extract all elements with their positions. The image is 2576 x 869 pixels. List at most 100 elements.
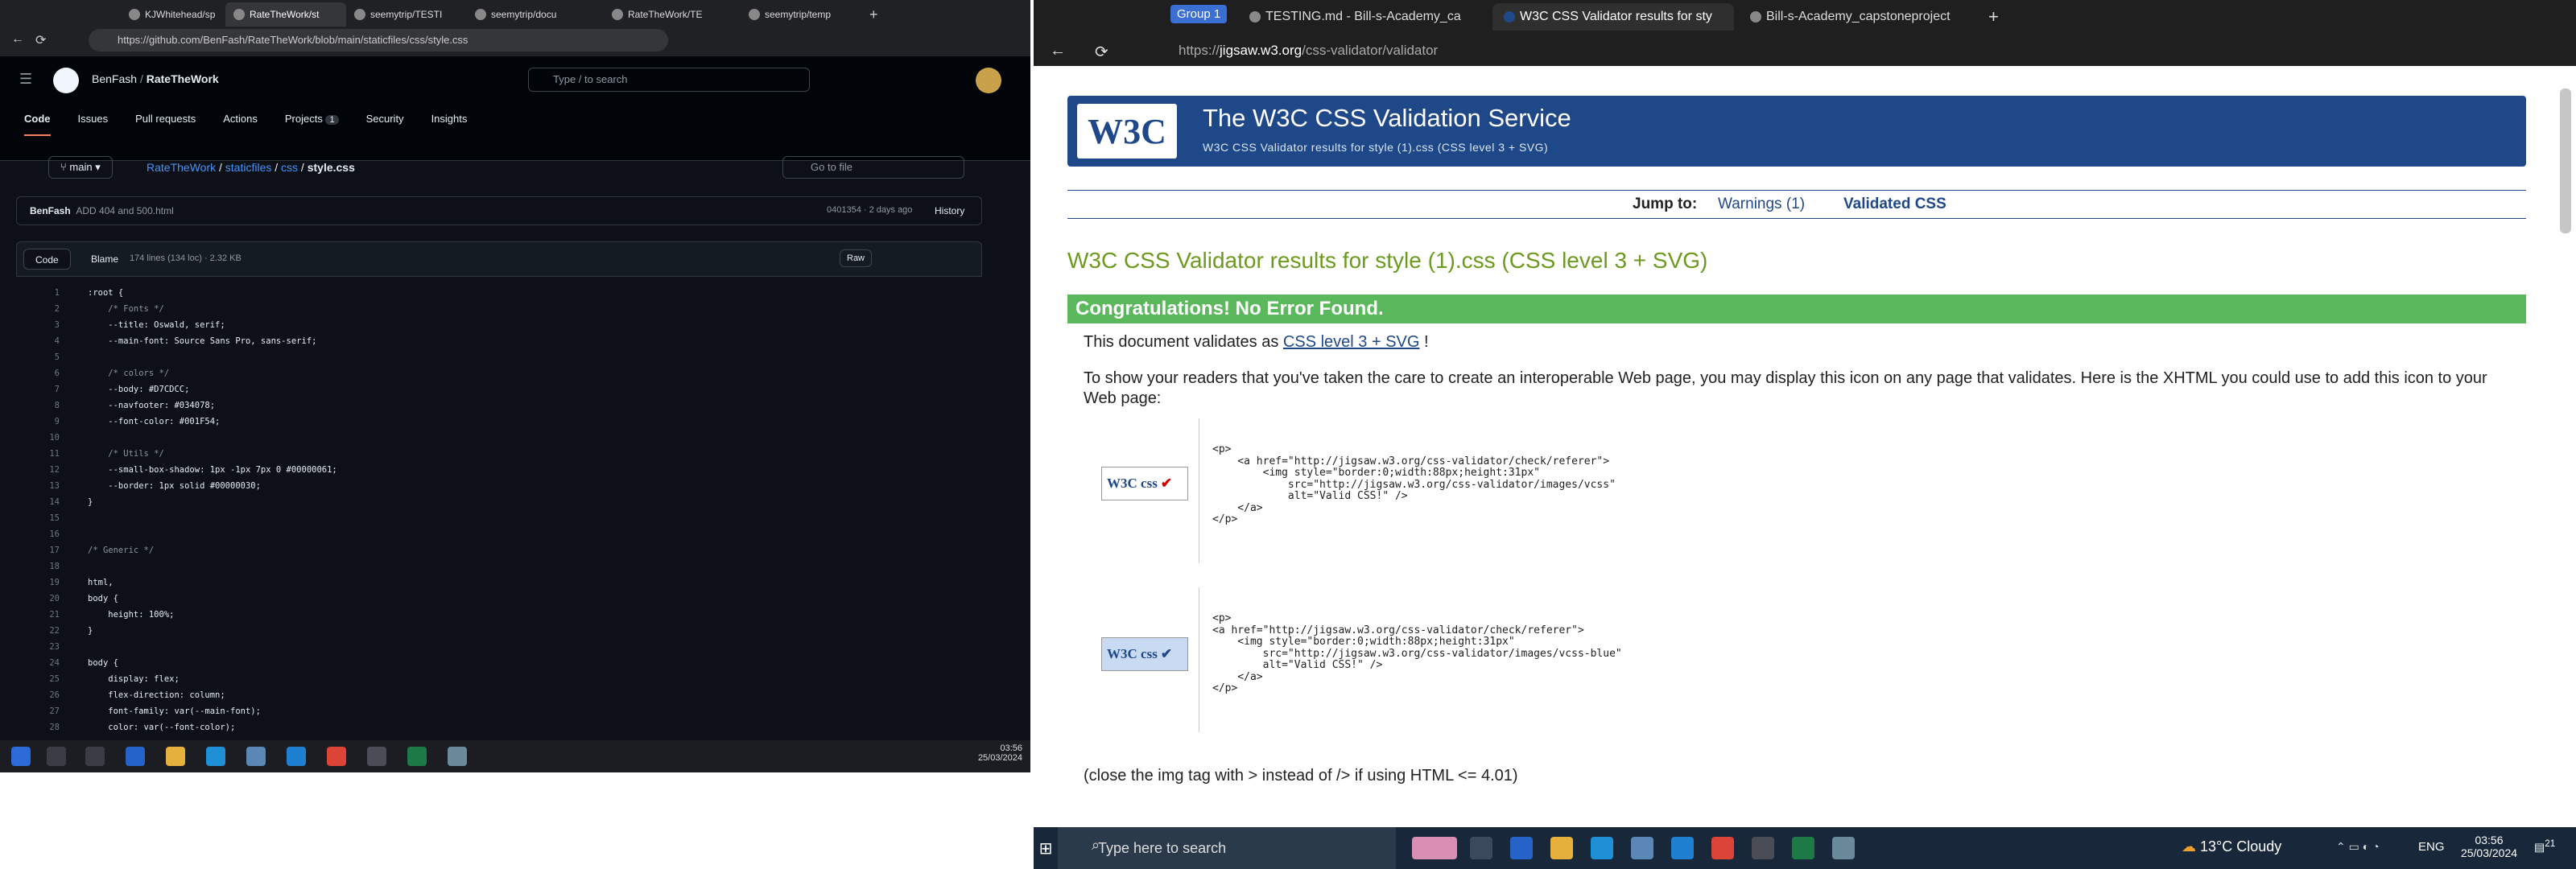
code-line: 4 --main-font: Source Sans Pro, sans-ser… bbox=[19, 333, 985, 349]
raw-button[interactable]: Raw bbox=[840, 249, 873, 267]
excel-icon[interactable] bbox=[407, 747, 427, 766]
edge-icon[interactable] bbox=[206, 747, 225, 766]
new-tab-button[interactable]: + bbox=[1988, 6, 1999, 27]
discord-icon[interactable] bbox=[1752, 837, 1774, 859]
search-input[interactable]: Type / to search bbox=[528, 68, 810, 92]
taskbar-search-input[interactable]: Type here to search bbox=[1058, 827, 1396, 869]
code-line: 25 display: flex; bbox=[19, 671, 985, 687]
w3c-logo-icon[interactable]: W3C bbox=[1077, 104, 1177, 159]
back-icon[interactable]: ← bbox=[11, 32, 24, 47]
jump-warnings-link[interactable]: Warnings (1) bbox=[1718, 196, 1805, 213]
line-number: 26 bbox=[49, 690, 60, 700]
chrome-icon[interactable] bbox=[327, 747, 346, 766]
discord-icon[interactable] bbox=[367, 747, 386, 766]
code-text: display: flex; bbox=[88, 674, 180, 684]
avatar[interactable] bbox=[976, 68, 1001, 93]
right-tab-1[interactable]: TESTING.md - Bill-s-Academy_ca bbox=[1238, 3, 1488, 31]
right-screen: Group 1 TESTING.md - Bill-s-Academy_ca W… bbox=[1034, 0, 2576, 869]
valid-css-badge-icon[interactable]: W3C css ✔ bbox=[1101, 467, 1188, 500]
tab-projects[interactable]: Projects 1 bbox=[285, 113, 339, 136]
right-taskbar: ⊞ Type here to search ⌕ ☁ 13°C Cloudy ⌃ … bbox=[1034, 827, 2576, 869]
left-address-bar[interactable]: https://github.com/BenFash/RateTheWork/b… bbox=[89, 29, 668, 51]
breadcrumb: RateTheWork / staticfiles / css / style.… bbox=[147, 161, 355, 174]
valid-css-blue-badge-icon[interactable]: W3C css ✔ bbox=[1101, 637, 1188, 671]
new-tab-button[interactable]: + bbox=[861, 2, 886, 27]
w3c-header: W3C The W3C CSS Validation Service W3C C… bbox=[1067, 96, 2526, 167]
left-tab-5[interactable]: RateTheWork/TE bbox=[604, 2, 741, 27]
tray-icons[interactable]: ⌃ ▭ ◐ ◔ bbox=[2336, 840, 2380, 854]
crumb-staticfiles[interactable]: staticfiles bbox=[225, 161, 272, 174]
store-icon[interactable] bbox=[1510, 837, 1533, 859]
code-line: 6 /* colors */ bbox=[19, 365, 985, 381]
commit-bar: BenFash ADD 404 and 500.html 0401354 · 2… bbox=[16, 196, 982, 225]
blame-tab[interactable]: Blame bbox=[81, 249, 128, 270]
w3c-icon bbox=[1504, 11, 1515, 23]
tab-code[interactable]: Code bbox=[24, 113, 51, 136]
github-icon bbox=[354, 9, 365, 20]
code-text: --body: #D7CDCC; bbox=[88, 385, 190, 394]
vscode-icon[interactable] bbox=[287, 747, 306, 766]
left-tab-1[interactable]: KJWhitehead/sp bbox=[121, 2, 225, 27]
excel-icon[interactable] bbox=[1792, 837, 1814, 859]
projects-count-badge: 1 bbox=[325, 115, 339, 125]
widgets-icon[interactable] bbox=[1412, 837, 1457, 859]
left-tab-4[interactable]: seemytrip/docu bbox=[467, 2, 604, 27]
css-level-link[interactable]: CSS level 3 + SVG bbox=[1283, 333, 1420, 351]
right-tab-2[interactable]: W3C CSS Validator results for sty bbox=[1492, 3, 1734, 31]
right-address-bar[interactable]: https://jigsaw.w3.org/css-validator/vali… bbox=[1146, 37, 2402, 64]
branch-selector[interactable]: ⑂ main ▾ bbox=[48, 156, 113, 179]
right-tab-3[interactable]: Bill-s-Academy_capstoneproject bbox=[1739, 3, 1980, 31]
line-number: 28 bbox=[49, 723, 60, 732]
code-tab[interactable]: Code bbox=[23, 249, 71, 270]
menu-icon[interactable]: ☰ bbox=[19, 71, 32, 88]
store-icon[interactable] bbox=[126, 747, 145, 766]
reload-icon[interactable]: ⟳ bbox=[35, 32, 46, 48]
edge-icon[interactable] bbox=[1591, 837, 1613, 859]
congrats-banner: Congratulations! No Error Found. bbox=[1067, 294, 2526, 323]
task-view-icon[interactable] bbox=[85, 747, 105, 766]
vscode-icon[interactable] bbox=[1671, 837, 1694, 859]
app-icon[interactable] bbox=[448, 747, 467, 766]
tab-issues[interactable]: Issues bbox=[78, 113, 109, 136]
tab-pull-requests[interactable]: Pull requests bbox=[135, 113, 196, 136]
tab-actions[interactable]: Actions bbox=[223, 113, 258, 136]
left-tab-3[interactable]: seemytrip/TESTI bbox=[346, 2, 467, 27]
weather-widget[interactable]: ☁ 13°C Cloudy bbox=[2182, 838, 2281, 855]
windows-start-icon[interactable]: ⊞ bbox=[1034, 838, 1058, 858]
notepad-icon[interactable] bbox=[246, 747, 266, 766]
notepad-icon[interactable] bbox=[1631, 837, 1653, 859]
app-icon[interactable] bbox=[1832, 837, 1855, 859]
line-number: 1 bbox=[54, 288, 60, 298]
validates-text: This document validates as CSS level 3 +… bbox=[1084, 333, 1429, 351]
left-tab-6[interactable]: seemytrip/temp bbox=[741, 2, 861, 27]
code-text: /* Generic */ bbox=[88, 546, 155, 555]
jump-validated-link[interactable]: Validated CSS bbox=[1843, 196, 1946, 213]
task-view-icon[interactable] bbox=[1470, 837, 1492, 859]
tab-security[interactable]: Security bbox=[366, 113, 404, 136]
search-icon: ⌕ bbox=[1092, 837, 1100, 853]
left-tab-2[interactable]: RateTheWork/st bbox=[225, 2, 346, 27]
back-icon[interactable]: ← bbox=[1050, 42, 1066, 60]
reload-icon[interactable]: ⟳ bbox=[1095, 42, 1108, 62]
file-explorer-icon[interactable] bbox=[166, 747, 185, 766]
go-to-file-input[interactable]: Go to file bbox=[782, 156, 964, 179]
language-indicator[interactable]: ENG bbox=[2418, 840, 2445, 854]
crumb-repo[interactable]: RateTheWork bbox=[147, 161, 216, 174]
windows-start-icon[interactable] bbox=[11, 747, 31, 766]
crumb-css[interactable]: css bbox=[281, 161, 298, 174]
history-button[interactable]: History bbox=[935, 205, 964, 216]
right-clock[interactable]: 03:56 25/03/2024 bbox=[2457, 834, 2521, 859]
line-number: 19 bbox=[49, 578, 60, 587]
github-logo-icon[interactable] bbox=[53, 68, 79, 93]
code-line: 28 color: var(--font-color); bbox=[19, 719, 985, 735]
scrollbar-thumb[interactable] bbox=[2560, 89, 2571, 233]
github-icon bbox=[1750, 11, 1761, 23]
weather-icon: ☁ bbox=[2182, 838, 2196, 855]
chrome-icon[interactable] bbox=[1711, 837, 1734, 859]
file-explorer-icon[interactable] bbox=[1550, 837, 1573, 859]
tab-insights[interactable]: Insights bbox=[431, 113, 468, 136]
code-header: Code Blame 174 lines (134 loc) · 2.32 KB… bbox=[16, 241, 982, 277]
tab-group-label[interactable]: Group 1 bbox=[1170, 5, 1228, 23]
search-icon[interactable] bbox=[47, 747, 66, 766]
notification-icon[interactable]: ▤21 bbox=[2534, 838, 2555, 855]
